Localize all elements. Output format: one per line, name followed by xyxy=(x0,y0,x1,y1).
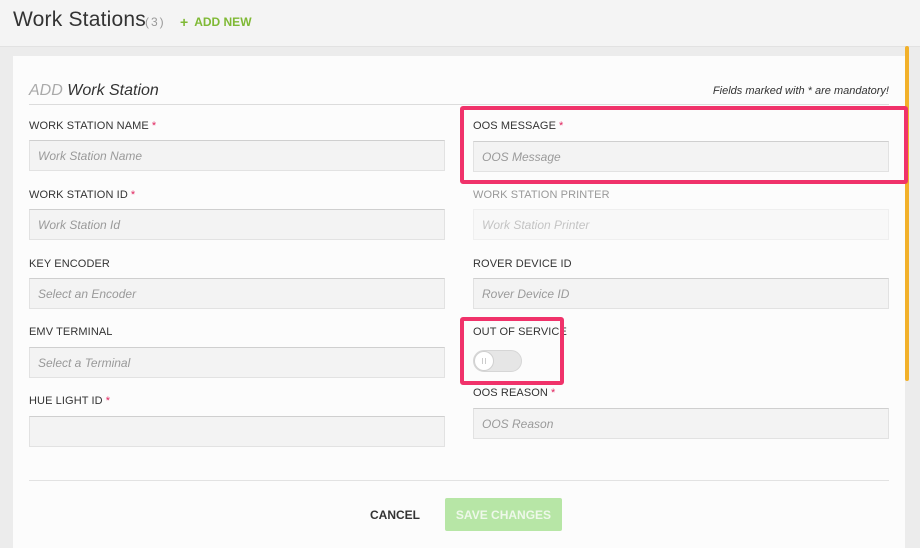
add-new-label: ADD NEW xyxy=(194,15,252,29)
out-of-service-highlight xyxy=(460,317,564,385)
cancel-button[interactable]: CANCEL xyxy=(368,499,422,531)
mandatory-note: Fields marked with * are mandatory! xyxy=(712,85,889,97)
work-station-name-label-text: WORK STATION NAME xyxy=(29,120,149,132)
key-encoder-select[interactable]: Select an Encoder xyxy=(29,278,445,309)
work-station-id-label: WORK STATION ID * xyxy=(29,189,135,201)
work-station-count: (3) xyxy=(145,15,166,29)
work-station-id-input[interactable] xyxy=(29,209,445,240)
oos-reason-label-text: OOS REASON xyxy=(473,387,548,399)
add-work-station-panel: ADD Work Station Fields marked with * ar… xyxy=(13,56,908,548)
oos-reason-label: OOS REASON * xyxy=(473,387,555,399)
key-encoder-label: KEY ENCODER xyxy=(29,258,110,270)
hue-light-id-input[interactable] xyxy=(29,416,445,447)
required-mark: * xyxy=(550,387,556,399)
required-mark: * xyxy=(130,189,136,201)
add-new-button[interactable]: + ADD NEW xyxy=(180,15,252,29)
hue-light-id-label-text: HUE LIGHT ID xyxy=(29,395,103,407)
footer-divider xyxy=(29,480,889,481)
work-station-name-input[interactable] xyxy=(29,140,445,171)
form-header: ADD Work Station Fields marked with * ar… xyxy=(29,82,889,105)
hue-light-id-label: HUE LIGHT ID * xyxy=(29,395,110,407)
top-bar: Work Stations (3) + ADD NEW xyxy=(0,0,920,47)
work-station-id-label-text: WORK STATION ID xyxy=(29,189,128,201)
work-station-name-label: WORK STATION NAME * xyxy=(29,120,156,132)
emv-terminal-placeholder: Select a Terminal xyxy=(38,355,131,370)
rover-device-id-input[interactable] xyxy=(473,278,889,309)
scrollbar-thumb[interactable] xyxy=(905,46,909,381)
page-title: Work Stations xyxy=(13,8,146,31)
rover-device-id-label: ROVER DEVICE ID xyxy=(473,258,572,270)
form-heading-prefix: ADD xyxy=(29,82,63,99)
required-mark: * xyxy=(151,120,157,132)
save-changes-button[interactable]: SAVE CHANGES xyxy=(445,498,562,531)
oos-reason-input[interactable] xyxy=(473,408,889,439)
oos-message-highlight xyxy=(460,106,908,184)
work-station-printer-label: WORK STATION PRINTER xyxy=(473,189,610,201)
emv-terminal-label: EMV TERMINAL xyxy=(29,326,113,338)
form-heading-main: Work Station xyxy=(67,82,159,99)
emv-terminal-select[interactable]: Select a Terminal xyxy=(29,347,445,378)
form-heading: ADD Work Station xyxy=(29,82,159,99)
key-encoder-placeholder: Select an Encoder xyxy=(38,286,137,301)
work-station-printer-input xyxy=(473,209,889,240)
plus-icon: + xyxy=(180,14,189,30)
required-mark: * xyxy=(105,395,111,407)
